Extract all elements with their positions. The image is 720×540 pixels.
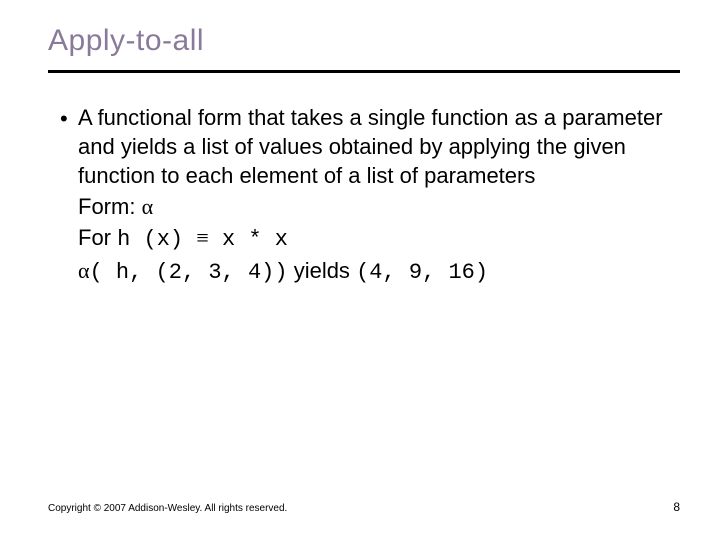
bullet-marker: • — [60, 103, 78, 134]
alpha-symbol: α — [142, 194, 154, 219]
content-area: • A functional form that takes a single … — [48, 103, 680, 287]
apply-expr: ( h, (2, 3, 4)) — [90, 260, 288, 285]
h-def-rhs: x * x — [209, 227, 288, 252]
copyright-footer: Copyright © 2007 Addison-Wesley. All rig… — [48, 503, 287, 514]
form-label: Form: — [78, 194, 142, 219]
page-number: 8 — [673, 500, 680, 514]
result-expr: (4, 9, 16) — [356, 260, 488, 285]
title-rule — [48, 70, 680, 73]
equiv-symbol: ≡ — [196, 225, 208, 250]
apply-line: α( h, (2, 3, 4)) yields (4, 9, 16) — [78, 256, 680, 287]
yields-label: yields — [288, 258, 356, 283]
h-def-lhs: h (x) — [117, 227, 196, 252]
for-label: For — [78, 225, 117, 250]
bullet-item: • A functional form that takes a single … — [60, 103, 680, 287]
for-line: For h (x) ≡ x * x — [78, 223, 680, 254]
bullet-body: A functional form that takes a single fu… — [78, 103, 680, 287]
form-line: Form: α — [78, 192, 680, 221]
alpha-symbol-2: α — [78, 258, 90, 283]
slide-title: Apply-to-all — [48, 24, 680, 58]
bullet-paragraph: A functional form that takes a single fu… — [78, 103, 680, 190]
